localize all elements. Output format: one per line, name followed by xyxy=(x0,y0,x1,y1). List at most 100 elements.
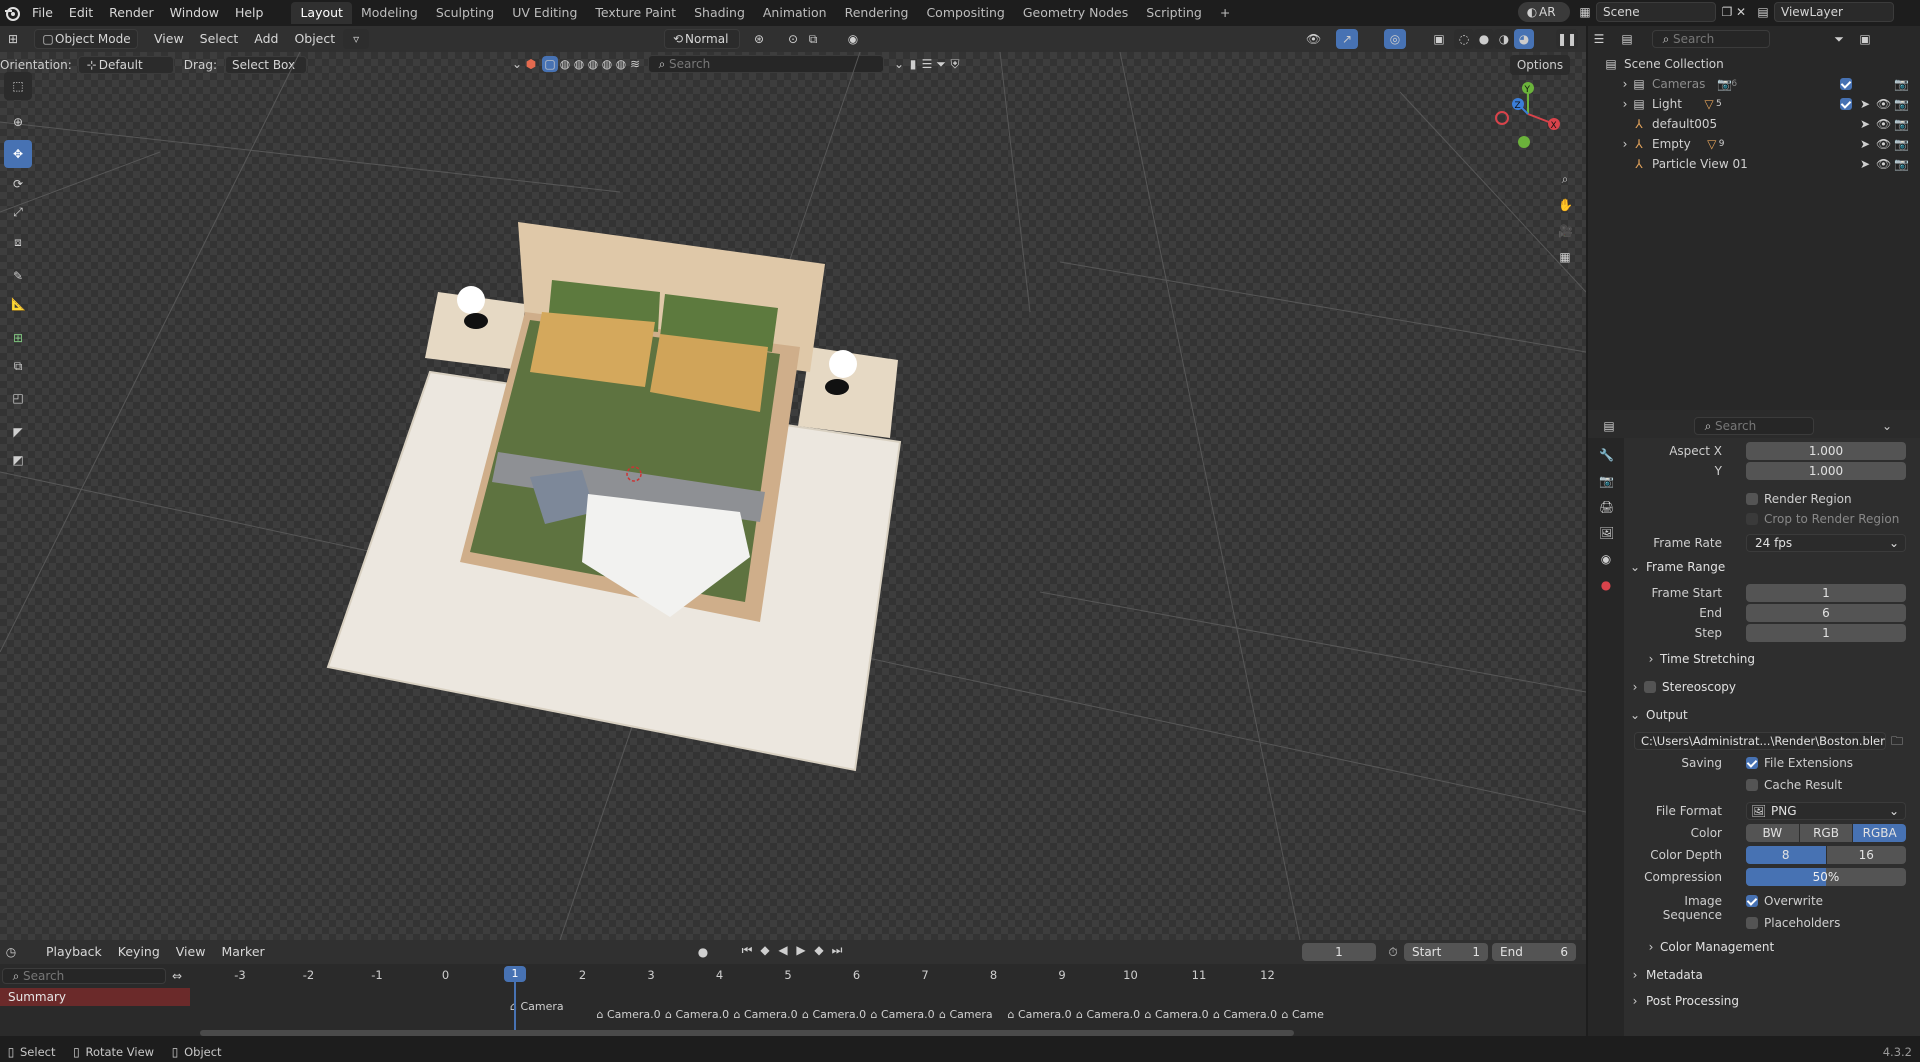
snap-target-icon[interactable]: ⧉ xyxy=(806,32,820,46)
color-depth-8-button[interactable]: 8 xyxy=(1746,846,1826,864)
camera-marker[interactable]: ⌂ Camera.0 xyxy=(1008,1008,1072,1021)
camera-render-icon[interactable]: 📷 xyxy=(1894,77,1909,91)
object-menu[interactable]: Object xyxy=(286,28,343,50)
select-menu[interactable]: Select xyxy=(192,28,247,50)
menu-render[interactable]: Render xyxy=(101,2,162,24)
3d-viewport[interactable]: Orientation: ⊹ Default Drag: Select Box ⌄… xyxy=(0,52,1586,940)
stereoscopy-checkbox[interactable] xyxy=(1644,681,1656,693)
eye-icon[interactable]: 👁 xyxy=(1876,117,1891,131)
view-menu[interactable]: View xyxy=(146,28,192,50)
add-cube-tool[interactable]: ⊞ xyxy=(4,324,32,352)
language-selector[interactable]: ◐ AR xyxy=(1518,2,1570,22)
file-extensions-checkbox[interactable] xyxy=(1746,757,1758,769)
output-tab-icon[interactable]: 🖨 xyxy=(1599,500,1614,514)
scale-tool[interactable]: ⤢ xyxy=(4,198,32,226)
editor-type-icon[interactable]: ⊞ xyxy=(6,32,20,46)
camera-render-icon[interactable]: 📷 xyxy=(1894,137,1909,151)
menu-help[interactable]: Help xyxy=(227,2,272,24)
camera-marker[interactable]: ⌂ Camera.0 xyxy=(1145,1008,1209,1021)
solid-shading-icon[interactable]: ● xyxy=(1474,29,1494,49)
snap-icon[interactable]: ⊙ xyxy=(786,32,800,46)
camera-marker[interactable]: ⌂ Camera.0 xyxy=(597,1008,661,1021)
tab-sculpting[interactable]: Sculpting xyxy=(427,2,503,24)
output-path-field[interactable]: C:\Users\Administrat...\Render\Boston.bl… xyxy=(1634,732,1886,750)
expand-chevron-icon[interactable]: › xyxy=(1618,77,1632,91)
bevel-tool[interactable]: ◰ xyxy=(4,384,32,412)
expand-chevron-icon[interactable]: › xyxy=(1618,97,1632,111)
transform-tool[interactable]: ⧈ xyxy=(4,228,32,256)
tab-geometry-nodes[interactable]: Geometry Nodes xyxy=(1014,2,1137,24)
visibility-icon[interactable]: 👁 xyxy=(1306,32,1321,46)
bisect-tool[interactable]: ◩ xyxy=(4,446,32,474)
tab-animation[interactable]: Animation xyxy=(754,2,836,24)
camera-render-icon[interactable]: 📷 xyxy=(1894,157,1909,171)
color-bw-button[interactable]: BW xyxy=(1746,824,1799,842)
tab-rendering[interactable]: Rendering xyxy=(836,2,918,24)
outliner-item-default005[interactable]: ⅄ default005 ➤ 👁 📷 xyxy=(1588,114,1920,134)
color-rgb-button[interactable]: RGB xyxy=(1799,824,1853,842)
outliner-item-empty[interactable]: › ⅄ Empty ▽ 9 ➤ 👁 📷 xyxy=(1588,134,1920,154)
select-arrow-icon[interactable]: ➤ xyxy=(1858,157,1872,171)
eye-icon[interactable]: 👁 xyxy=(1876,157,1891,171)
tab-shading[interactable]: Shading xyxy=(685,2,754,24)
knife-tool[interactable]: ◤ xyxy=(4,418,32,446)
frame-range-header[interactable]: ⌄ Frame Range xyxy=(1628,556,1910,578)
menu-edit[interactable]: Edit xyxy=(61,2,101,24)
tab-texture-paint[interactable]: Texture Paint xyxy=(586,2,685,24)
camera-render-icon[interactable]: 📷 xyxy=(1894,97,1909,111)
cache-result-toggle[interactable]: Cache Result xyxy=(1746,778,1842,792)
frame-end-field[interactable]: 6 xyxy=(1746,604,1906,622)
tab-compositing[interactable]: Compositing xyxy=(917,2,1013,24)
outliner-item-cameras[interactable]: › ▤ Cameras 📷 6 📷 xyxy=(1588,74,1920,94)
stereoscopy-header[interactable]: › Stereoscopy xyxy=(1628,676,1910,698)
scene-field[interactable]: Scene xyxy=(1596,2,1716,22)
crop-region-checkbox[interactable] xyxy=(1746,513,1758,525)
playhead[interactable]: 1 xyxy=(504,966,526,982)
extrude-tool[interactable]: ⧉ xyxy=(4,352,32,380)
camera-marker[interactable]: ⌂ Camera.0 xyxy=(1076,1008,1140,1021)
camera-marker[interactable]: ⌂ Camera xyxy=(510,1000,564,1013)
outliner-filter-icon[interactable]: ⏷ xyxy=(1832,32,1846,46)
cursor-tool[interactable]: ⊕ xyxy=(4,108,32,136)
outliner-item-particle-view[interactable]: ⅄ Particle View 01 ➤ 👁 📷 xyxy=(1588,154,1920,174)
tool-tab-icon[interactable]: 🔧 xyxy=(1599,448,1614,462)
delete-scene-icon[interactable]: ✕ xyxy=(1734,5,1748,19)
camera-marker[interactable]: ⌂ Camera.0 xyxy=(734,1008,798,1021)
zoom-icon[interactable]: ⌕ xyxy=(1558,172,1572,186)
overlay-toggle[interactable]: ◎ xyxy=(1384,29,1406,49)
tab-uv-editing[interactable]: UV Editing xyxy=(503,2,586,24)
grid-view-icon[interactable]: ▦ xyxy=(1558,250,1572,264)
properties-search-input[interactable]: ⌕ Search xyxy=(1694,417,1814,435)
file-extensions-toggle[interactable]: File Extensions xyxy=(1746,756,1853,770)
collection-toggle-checkbox[interactable] xyxy=(1840,98,1852,110)
render-region-checkbox[interactable] xyxy=(1746,493,1758,505)
collection-toggle-checkbox[interactable] xyxy=(1840,78,1852,90)
wireframe-shading-icon[interactable]: ◌ xyxy=(1454,29,1474,49)
overlay-dropdown[interactable]: ▿ xyxy=(343,29,370,49)
rendered-shading-icon[interactable]: ◕ xyxy=(1514,29,1534,49)
world-tab-icon[interactable]: ● xyxy=(1599,578,1613,592)
frame-step-field[interactable]: 1 xyxy=(1746,624,1906,642)
metadata-header[interactable]: › Metadata xyxy=(1628,964,1910,986)
material-shading-icon[interactable]: ◑ xyxy=(1494,29,1514,49)
mode-selector[interactable]: ▢ Object Mode xyxy=(34,29,138,49)
overwrite-toggle[interactable]: Overwrite xyxy=(1746,894,1823,908)
outliner-search-input[interactable]: ⌕ Search xyxy=(1652,30,1770,48)
aspect-y-field[interactable]: 1.000 xyxy=(1746,462,1906,480)
menu-file[interactable]: File xyxy=(24,2,61,24)
select-arrow-icon[interactable]: ➤ xyxy=(1858,137,1872,151)
cache-result-checkbox[interactable] xyxy=(1746,779,1758,791)
folder-icon[interactable]: 🗀 xyxy=(1890,734,1904,748)
gizmo-toggle[interactable]: ↗ xyxy=(1336,29,1358,49)
tab-scripting[interactable]: Scripting xyxy=(1137,2,1211,24)
camera-marker[interactable]: ⌂ Camera.0 xyxy=(802,1008,866,1021)
new-scene-icon[interactable]: ❐ xyxy=(1720,5,1734,19)
timeline-scrollbar[interactable] xyxy=(200,1030,1294,1036)
render-tab-icon[interactable]: 📷 xyxy=(1599,474,1614,488)
eye-icon[interactable]: 👁 xyxy=(1876,137,1891,151)
outliner-editor-icon[interactable]: ☰ xyxy=(1592,32,1606,46)
new-collection-icon[interactable]: ▣ xyxy=(1858,32,1872,46)
placeholders-checkbox[interactable] xyxy=(1746,917,1758,929)
time-stretching-header[interactable]: › Time Stretching xyxy=(1644,648,1920,670)
add-menu[interactable]: Add xyxy=(246,28,286,50)
